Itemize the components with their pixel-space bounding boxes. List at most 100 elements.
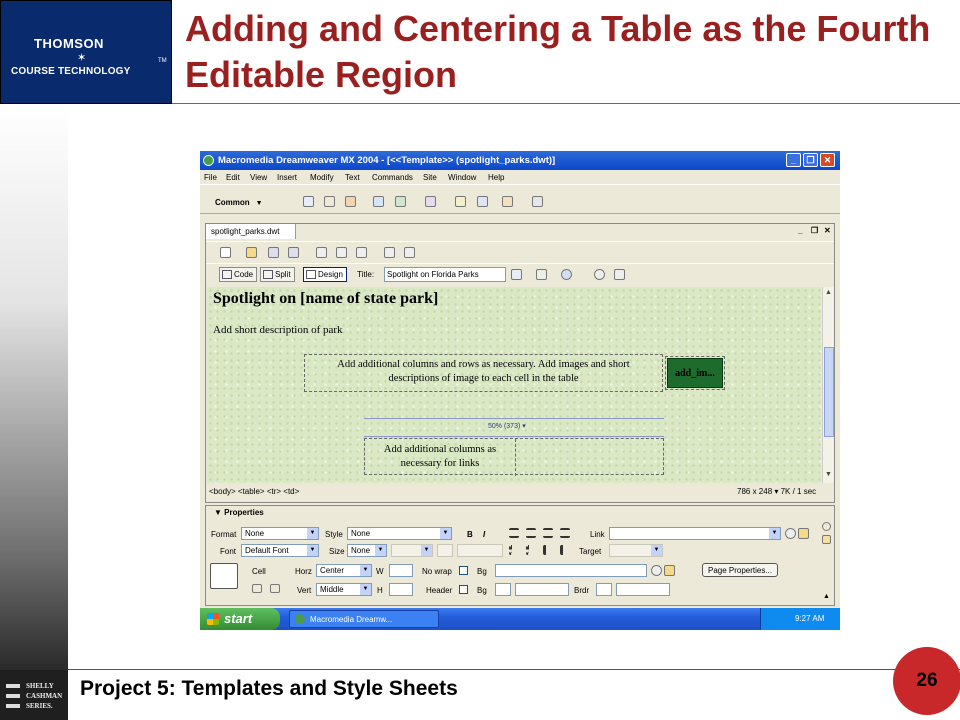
save-icon[interactable] [268,247,279,258]
view-options-icon[interactable] [614,269,625,280]
italic-button[interactable]: I [483,530,485,539]
menu-modify[interactable]: Modify [310,173,334,182]
images-table[interactable]: Add additional columns and rows as neces… [304,354,663,392]
menu-site[interactable]: Site [423,173,437,182]
taskbar-dreamweaver-button[interactable]: Macromedia Dreamw... [289,610,439,628]
insert-category-dropdown[interactable]: Common ▼ [215,198,263,207]
indent-icon[interactable] [560,545,570,555]
hyperlink-icon[interactable] [303,196,314,207]
quick-tag-editor-icon[interactable] [822,535,831,544]
doc-close-button[interactable]: ✕ [824,226,831,235]
split-view-button[interactable]: Split [260,267,295,282]
menu-edit[interactable]: Edit [226,173,240,182]
properties-header[interactable]: ▼ Properties [206,506,834,518]
bg-color-input[interactable] [515,583,569,596]
design-vertical-scrollbar[interactable]: ▲ ▼ [822,287,834,483]
templates-icon[interactable] [502,196,513,207]
ordered-list-icon[interactable] [526,545,536,555]
tag-chooser-icon[interactable] [532,196,543,207]
font-select[interactable]: Default Font ▼ [241,544,319,557]
start-button[interactable]: start [200,608,280,630]
expand-arrow-icon[interactable]: ▲ [823,593,830,600]
point-to-file-icon[interactable] [785,528,796,539]
align-left-icon[interactable] [509,528,519,538]
menu-file[interactable]: File [204,173,217,182]
clock[interactable]: 9:27 AM [795,614,824,623]
browse-folder-icon[interactable] [798,528,809,539]
page-title-input[interactable]: Spotlight on Florida Parks [384,267,506,282]
cell-height-input[interactable] [389,583,413,596]
paste-icon[interactable] [356,247,367,258]
text-color-swatch[interactable] [437,544,453,557]
nowrap-checkbox[interactable] [459,566,468,575]
open-icon[interactable] [246,247,257,258]
menu-view[interactable]: View [250,173,267,182]
scroll-down-icon[interactable]: ▼ [825,471,832,478]
table-width-bar[interactable]: 50% (373) ▾ [364,418,664,437]
scrollbar-thumb[interactable] [824,347,834,437]
links-table[interactable]: Add additional columns as necessary for … [364,438,664,476]
merge-cells-icon[interactable] [252,584,262,593]
link-input[interactable]: ▼ [609,527,781,540]
cell-width-input[interactable] [389,564,413,577]
short-description[interactable]: Add short description of park [213,324,343,336]
bg-image-input[interactable] [495,564,647,577]
split-cell-icon[interactable] [270,584,280,593]
browse-folder-icon[interactable] [664,565,675,576]
date-icon[interactable] [455,196,466,207]
menu-insert[interactable]: Insert [277,173,297,182]
page-heading[interactable]: Spotlight on [name of state park] [213,290,438,308]
links-table-cell[interactable]: Add additional columns as necessary for … [365,443,515,471]
menu-text[interactable]: Text [345,173,360,182]
menu-window[interactable]: Window [448,173,476,182]
header-checkbox[interactable] [459,585,468,594]
page-properties-button[interactable]: Page Properties... [702,563,779,577]
bg-color-swatch[interactable] [495,583,511,596]
menu-help[interactable]: Help [488,173,504,182]
align-center-icon[interactable] [526,528,536,538]
maximize-button[interactable]: ❐ [803,153,818,167]
size-select[interactable]: None ▼ [347,544,387,557]
no-browser-check-errors-icon[interactable] [511,269,522,280]
new-icon[interactable] [220,247,231,258]
document-tab[interactable]: spotlight_parks.dwt [206,224,296,239]
help-icon[interactable] [822,522,831,531]
scroll-up-icon[interactable]: ▲ [825,289,832,296]
justify-icon[interactable] [560,528,570,538]
code-view-button[interactable]: Code [219,267,258,282]
save-all-icon[interactable] [288,247,299,258]
border-color-input[interactable] [616,583,670,596]
bold-button[interactable]: B [467,530,473,539]
vert-select[interactable]: Middle ▼ [316,583,372,596]
image-icon[interactable] [395,196,406,207]
file-management-icon[interactable] [536,269,547,280]
align-right-icon[interactable] [543,528,553,538]
doc-minimize-button[interactable]: _ [798,226,802,235]
undo-icon[interactable] [384,247,395,258]
minimize-button[interactable]: _ [786,153,801,167]
menu-commands[interactable]: Commands [372,173,413,182]
refresh-icon[interactable] [594,269,605,280]
design-view-canvas[interactable]: Spotlight on [name of state park] Add sh… [207,287,821,483]
text-color-input[interactable] [457,544,503,557]
email-link-icon[interactable] [324,196,335,207]
redo-icon[interactable] [404,247,415,258]
point-to-file-icon[interactable] [651,565,662,576]
close-button[interactable]: ✕ [820,153,835,167]
outdent-icon[interactable] [543,545,553,555]
preview-in-browser-icon[interactable] [561,269,572,280]
horz-select[interactable]: Center ▼ [316,564,372,577]
style-select[interactable]: None ▼ [347,527,452,540]
tag-selector[interactable]: <body> <table> <tr> <td> [209,487,299,496]
window-size-readout[interactable]: 786 x 248 ▾ 7K / 1 sec [737,487,816,496]
border-color-swatch[interactable] [596,583,612,596]
doc-restore-button[interactable]: ❐ [811,226,818,235]
media-icon[interactable] [425,196,436,207]
copy-icon[interactable] [336,247,347,258]
named-anchor-icon[interactable] [345,196,356,207]
editable-region-tab[interactable]: add_im... [667,358,723,388]
cut-icon[interactable] [316,247,327,258]
table-icon[interactable] [373,196,384,207]
unordered-list-icon[interactable] [509,545,519,555]
design-view-button[interactable]: Design [303,267,347,282]
